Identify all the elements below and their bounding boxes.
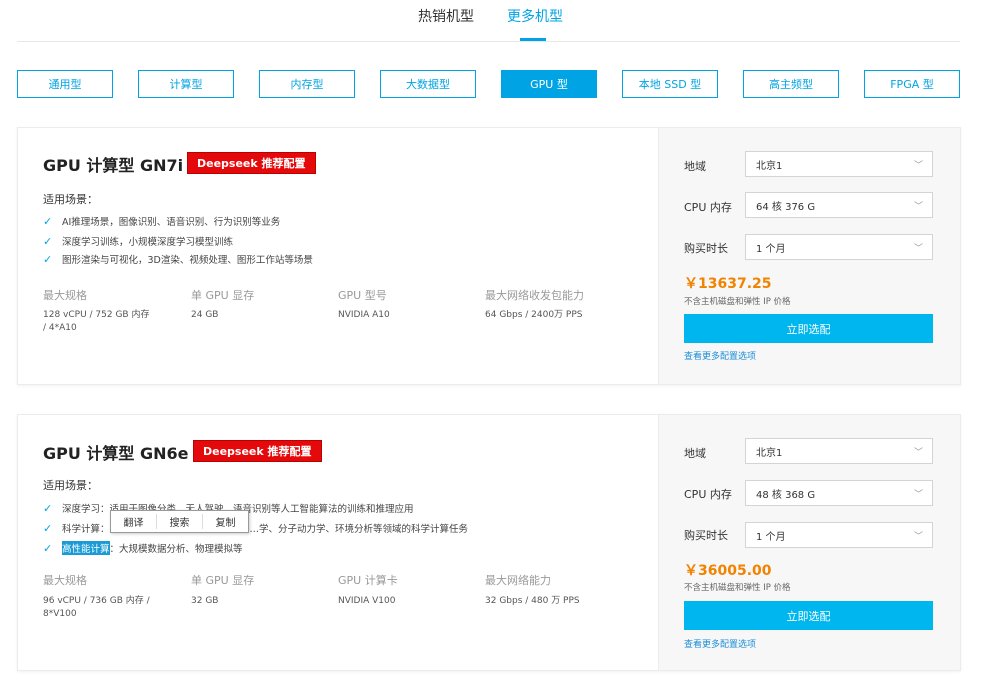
price: ￥13637.25 xyxy=(684,276,772,292)
price-note: 不含主机磁盘和弹性 IP 价格 xyxy=(684,297,791,307)
duration-label: 购买时长 xyxy=(684,242,728,255)
duration-select[interactable]: 1 个月 ﹀ xyxy=(745,234,933,260)
more-config-link[interactable]: 查看更多配置选项 xyxy=(684,637,756,650)
card-title: GPU 计算型 GN6e xyxy=(43,444,189,463)
spec-label: 最大网络能力 xyxy=(485,574,551,587)
buy-button[interactable]: 立即选配 xyxy=(684,314,933,343)
filter-fpga[interactable]: FPGA 型 xyxy=(864,70,960,98)
spec-value: 64 Gbps / 2400万 PPS xyxy=(485,310,583,320)
instance-type-filters: 通用型 计算型 内存型 大数据型 GPU 型 本地 SSD 型 高主频型 FPG… xyxy=(0,70,987,98)
scene-item: ✓ 深度学习训练，小规模深度学习模型训练 xyxy=(43,234,234,249)
filter-big-data[interactable]: 大数据型 xyxy=(380,70,476,98)
cpu-memory-select[interactable]: 48 核 368 G ﹀ xyxy=(745,480,933,506)
filter-memory[interactable]: 内存型 xyxy=(259,70,355,98)
region-select[interactable]: 北京1 ﹀ xyxy=(745,438,933,464)
product-card-gn6e: GPU 计算型 GN6e Deepseek 推荐配置 适用场景： ✓深度学习：适… xyxy=(17,414,961,671)
scene-item: ✓ 高性能计算 ：大规模数据分析、物理模拟等 xyxy=(43,541,243,555)
recommend-badge: Deepseek 推荐配置 xyxy=(187,152,316,174)
scene-item: ✓ AI推理场景，图像识别、语音识别、行为识别等业务 xyxy=(43,214,281,229)
filter-local-ssd[interactable]: 本地 SSD 型 xyxy=(622,70,718,98)
recommend-badge: Deepseek 推荐配置 xyxy=(193,440,322,462)
duration-select[interactable]: 1 个月 ﹀ xyxy=(745,522,933,548)
check-icon: ✓ xyxy=(43,501,53,515)
spec-label: 最大规格 xyxy=(43,574,87,587)
cpu-memory-select[interactable]: 64 核 376 G ﹀ xyxy=(745,192,933,218)
check-icon: ✓ xyxy=(43,252,53,266)
spec-value: NVIDIA A10 xyxy=(338,310,390,320)
search-menu-item[interactable]: 搜索 xyxy=(156,514,202,529)
spec-value: 128 vCPU / 752 GB 内存 / 4*A10 xyxy=(43,310,150,333)
cpu-memory-label: CPU 内存 xyxy=(684,488,732,501)
filter-general[interactable]: 通用型 xyxy=(17,70,113,98)
check-icon: ✓ xyxy=(43,541,53,555)
filter-gpu[interactable]: GPU 型 xyxy=(501,70,597,98)
spec-label: GPU 型号 xyxy=(338,289,387,302)
spec-value: 32 Gbps / 480 万 PPS xyxy=(485,596,580,606)
tab-more-models[interactable]: 更多机型 xyxy=(507,6,563,26)
buy-button[interactable]: 立即选配 xyxy=(684,601,933,630)
chevron-down-icon: ﹀ xyxy=(913,490,923,500)
duration-label: 购买时长 xyxy=(684,529,728,542)
filter-compute[interactable]: 计算型 xyxy=(138,70,234,98)
selected-text: 高性能计算 xyxy=(62,541,110,555)
check-icon: ✓ xyxy=(43,521,53,535)
price: ￥36005.00 xyxy=(684,563,772,579)
chevron-down-icon: ﹀ xyxy=(913,202,923,212)
spec-value: NVIDIA V100 xyxy=(338,596,396,606)
card-info: GPU 计算型 GN6e Deepseek 推荐配置 适用场景： ✓深度学习：适… xyxy=(18,415,660,670)
scene-title: 适用场景： xyxy=(43,193,98,206)
more-config-link[interactable]: 查看更多配置选项 xyxy=(684,349,756,362)
chevron-down-icon: ﹀ xyxy=(913,448,923,458)
region-label: 地域 xyxy=(684,160,706,173)
card-title: GPU 计算型 GN7i xyxy=(43,156,184,175)
spec-label: 单 GPU 显存 xyxy=(191,574,255,587)
spec-label: 单 GPU 显存 xyxy=(191,289,255,302)
check-icon: ✓ xyxy=(43,234,53,248)
tab-hot-models[interactable]: 热销机型 xyxy=(418,6,474,26)
scene-item: ✓ 科学计算： …学、分子动力学、环境分析等领域的科学计算任务 xyxy=(43,521,469,536)
spec-value: 32 GB xyxy=(191,596,219,606)
region-label: 地域 xyxy=(684,447,706,460)
chevron-down-icon: ﹀ xyxy=(913,244,923,254)
top-tab-bar: 热销机型 更多机型 xyxy=(0,0,987,42)
divider xyxy=(17,41,960,42)
spec-value: 24 GB xyxy=(191,310,219,320)
translate-menu-item[interactable]: 翻译 xyxy=(111,514,156,529)
spec-label: GPU 计算卡 xyxy=(338,574,398,587)
product-card-gn7i: GPU 计算型 GN7i Deepseek 推荐配置 适用场景： ✓ AI推理场景… xyxy=(17,127,961,385)
selection-context-menu: 翻译 搜索 复制 xyxy=(110,510,249,533)
scene-title: 适用场景： xyxy=(43,479,98,492)
scene-item: ✓ 图形渲染与可视化，3D渲染、视频处理、图形工作站等场景 xyxy=(43,252,313,267)
filter-high-frequency[interactable]: 高主频型 xyxy=(743,70,839,98)
chevron-down-icon: ﹀ xyxy=(913,161,923,171)
price-note: 不含主机磁盘和弹性 IP 价格 xyxy=(684,583,791,593)
config-panel: 地域 北京1 ﹀ CPU 内存 64 核 376 G ﹀ 购买时长 1 个月 ﹀ ￥1… xyxy=(658,128,960,384)
spec-value: 96 vCPU / 736 GB 内存 / 8*V100 xyxy=(43,596,150,619)
copy-menu-item[interactable]: 复制 xyxy=(202,514,248,529)
spec-label: 最大规格 xyxy=(43,289,87,302)
spec-label: 最大网络收发包能力 xyxy=(485,289,584,302)
chevron-down-icon: ﹀ xyxy=(913,532,923,542)
check-icon: ✓ xyxy=(43,214,53,228)
config-panel: 地域 北京1 ﹀ CPU 内存 48 核 368 G ﹀ 购买时长 1 个月 ﹀ ￥3… xyxy=(658,415,960,670)
card-info: GPU 计算型 GN7i Deepseek 推荐配置 适用场景： ✓ AI推理场景… xyxy=(18,128,660,384)
region-select[interactable]: 北京1 ﹀ xyxy=(745,151,933,177)
cpu-memory-label: CPU 内存 xyxy=(684,201,732,214)
